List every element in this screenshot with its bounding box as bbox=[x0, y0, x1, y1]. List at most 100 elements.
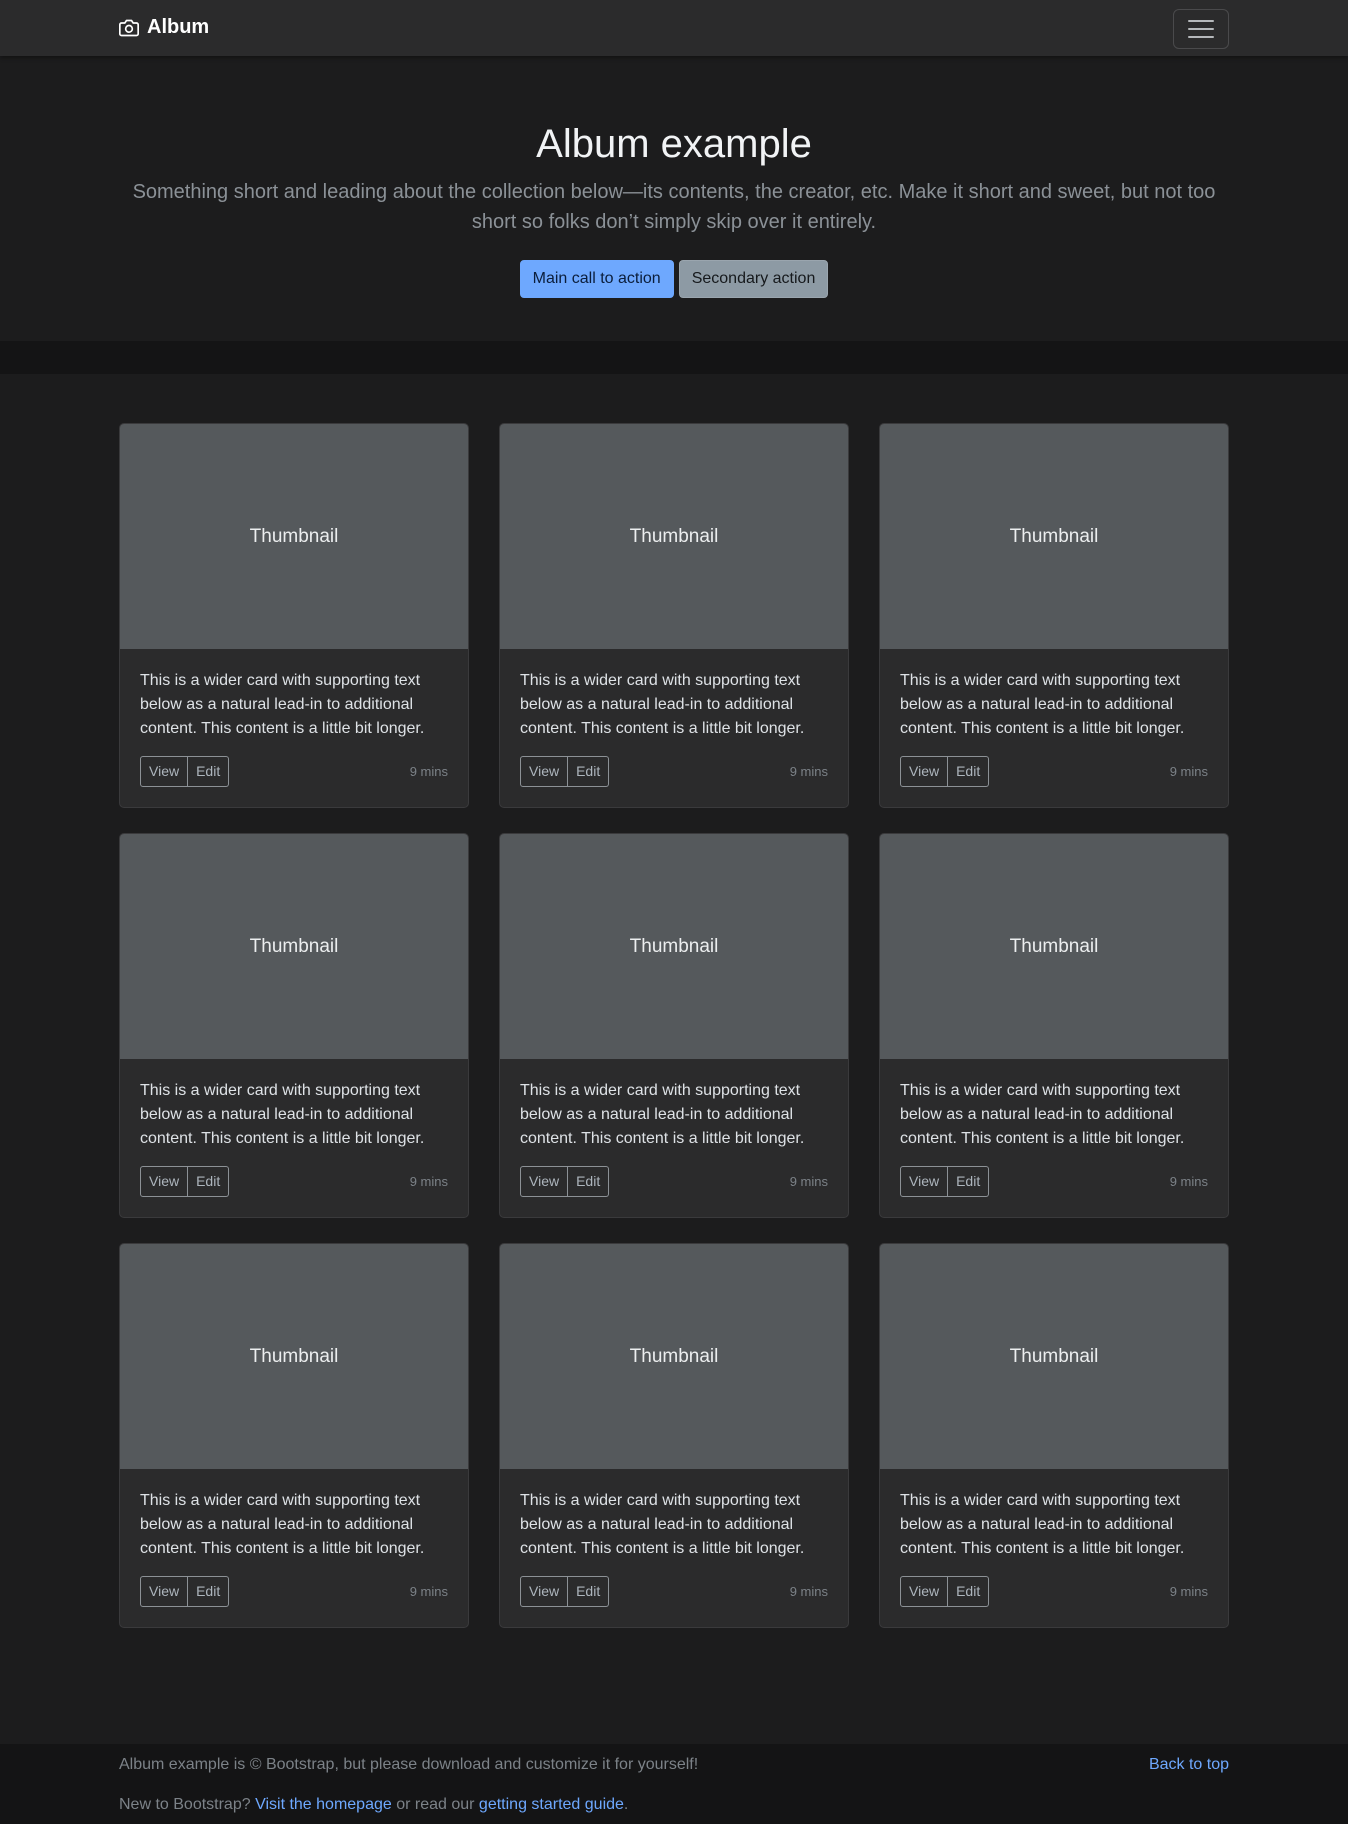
card-footer: View Edit 9 mins bbox=[900, 1166, 1208, 1197]
card-body: This is a wider card with supporting tex… bbox=[500, 649, 848, 787]
view-button[interactable]: View bbox=[520, 756, 569, 787]
card-button-group: View Edit bbox=[520, 1166, 610, 1197]
view-button[interactable]: View bbox=[520, 1576, 569, 1607]
thumbnail-label: Thumbnail bbox=[629, 525, 719, 547]
edit-button[interactable]: Edit bbox=[948, 1166, 990, 1197]
main-call-to-action-button[interactable]: Main call to action bbox=[519, 260, 674, 298]
edit-button[interactable]: Edit bbox=[568, 1166, 610, 1197]
album-card: Thumbnail This is a wider card with suppo… bbox=[879, 423, 1229, 808]
album-card: Thumbnail This is a wider card with suppo… bbox=[879, 1243, 1229, 1628]
card-text: This is a wider card with supporting tex… bbox=[520, 1492, 805, 1557]
card-button-group: View Edit bbox=[520, 756, 610, 787]
thumbnail-label: Thumbnail bbox=[249, 935, 339, 957]
brand-label: Album bbox=[147, 16, 210, 38]
thumbnail-label: Thumbnail bbox=[249, 1345, 339, 1367]
card-text: This is a wider card with supporting tex… bbox=[900, 1082, 1185, 1147]
card-thumbnail: Thumbnail bbox=[880, 1244, 1228, 1469]
card-time-label: 9 mins bbox=[789, 1174, 828, 1189]
hero-actions: Main call to action Secondary action bbox=[0, 260, 1348, 298]
view-button[interactable]: View bbox=[140, 1576, 189, 1607]
card-footer: View Edit 9 mins bbox=[140, 756, 448, 787]
card-body: This is a wider card with supporting tex… bbox=[120, 649, 468, 787]
album-card: Thumbnail This is a wider card with suppo… bbox=[879, 833, 1229, 1218]
album-card: Thumbnail This is a wider card with suppo… bbox=[499, 423, 849, 808]
homepage-link[interactable]: Visit the homepage bbox=[255, 1796, 392, 1813]
card-footer: View Edit 9 mins bbox=[900, 1576, 1208, 1607]
back-to-top-link[interactable]: Back to top bbox=[1149, 1756, 1229, 1774]
edit-button[interactable]: Edit bbox=[568, 756, 610, 787]
card-body: This is a wider card with supporting tex… bbox=[500, 1469, 848, 1607]
card-thumbnail: Thumbnail bbox=[120, 1244, 468, 1469]
footer: Album example is © Bootstrap, but please… bbox=[0, 1744, 1348, 1824]
card-footer: View Edit 9 mins bbox=[520, 1166, 828, 1197]
album-card: Thumbnail This is a wider card with suppo… bbox=[119, 833, 469, 1218]
edit-button[interactable]: Edit bbox=[188, 756, 230, 787]
card-thumbnail: Thumbnail bbox=[880, 424, 1228, 649]
card-text: This is a wider card with supporting tex… bbox=[140, 1082, 425, 1147]
card-text: This is a wider card with supporting tex… bbox=[520, 1082, 805, 1147]
edit-button[interactable]: Edit bbox=[188, 1166, 230, 1197]
card-body: This is a wider card with supporting tex… bbox=[120, 1059, 468, 1197]
edit-button[interactable]: Edit bbox=[948, 1576, 990, 1607]
card-thumbnail: Thumbnail bbox=[120, 834, 468, 1059]
view-button[interactable]: View bbox=[900, 1576, 949, 1607]
card-time-label: 9 mins bbox=[1169, 1174, 1208, 1189]
card-time-label: 9 mins bbox=[409, 1584, 448, 1599]
view-button[interactable]: View bbox=[140, 756, 189, 787]
thumbnail-label: Thumbnail bbox=[249, 525, 339, 547]
card-text: This is a wider card with supporting tex… bbox=[900, 672, 1185, 737]
card-button-group: View Edit bbox=[900, 1576, 990, 1607]
edit-button[interactable]: Edit bbox=[568, 1576, 610, 1607]
card-thumbnail: Thumbnail bbox=[500, 424, 848, 649]
hero-section: Album example Something short and leadin… bbox=[0, 56, 1348, 385]
camera-icon bbox=[119, 19, 139, 36]
album-card: Thumbnail This is a wider card with suppo… bbox=[119, 1243, 469, 1628]
thumbnail-label: Thumbnail bbox=[1009, 1345, 1099, 1367]
card-time-label: 9 mins bbox=[409, 764, 448, 779]
card-body: This is a wider card with supporting tex… bbox=[880, 649, 1228, 787]
card-body: This is a wider card with supporting tex… bbox=[500, 1059, 848, 1197]
card-thumbnail: Thumbnail bbox=[500, 834, 848, 1059]
card-time-label: 9 mins bbox=[1169, 764, 1208, 779]
card-body: This is a wider card with supporting tex… bbox=[120, 1469, 468, 1607]
album-card: Thumbnail This is a wider card with suppo… bbox=[499, 1243, 849, 1628]
navbar-toggler-button[interactable] bbox=[1173, 9, 1229, 49]
getting-started-link[interactable]: getting started guide bbox=[479, 1796, 624, 1813]
view-button[interactable]: View bbox=[520, 1166, 569, 1197]
thumbnail-label: Thumbnail bbox=[629, 935, 719, 957]
album-card: Thumbnail This is a wider card with suppo… bbox=[499, 833, 849, 1218]
card-button-group: View Edit bbox=[520, 1576, 610, 1607]
edit-button[interactable]: Edit bbox=[948, 756, 990, 787]
hero-lead: Something short and leading about the co… bbox=[132, 181, 1216, 233]
card-time-label: 9 mins bbox=[789, 764, 828, 779]
view-button[interactable]: View bbox=[900, 756, 949, 787]
footer-copyright: Album example is © Bootstrap, but please… bbox=[119, 1756, 699, 1773]
edit-button[interactable]: Edit bbox=[188, 1576, 230, 1607]
album-card: Thumbnail This is a wider card with suppo… bbox=[119, 423, 469, 808]
view-button[interactable]: View bbox=[140, 1166, 189, 1197]
card-text: This is a wider card with supporting tex… bbox=[520, 672, 805, 737]
card-time-label: 9 mins bbox=[789, 1584, 828, 1599]
thumbnail-label: Thumbnail bbox=[1009, 935, 1099, 957]
hero-title: Album example bbox=[536, 122, 812, 166]
card-button-group: View Edit bbox=[140, 756, 230, 787]
card-footer: View Edit 9 mins bbox=[140, 1576, 448, 1607]
hamburger-icon bbox=[1188, 20, 1214, 22]
card-thumbnail: Thumbnail bbox=[500, 1244, 848, 1469]
brand-link[interactable]: Album bbox=[119, 16, 209, 39]
card-button-group: View Edit bbox=[900, 1166, 990, 1197]
view-button[interactable]: View bbox=[900, 1166, 949, 1197]
card-time-label: 9 mins bbox=[1169, 1584, 1208, 1599]
card-button-group: View Edit bbox=[140, 1576, 230, 1607]
album-grid: Thumbnail This is a wider card with suppo… bbox=[0, 374, 1348, 1698]
section-divider bbox=[0, 341, 1348, 374]
secondary-action-button[interactable]: Secondary action bbox=[678, 260, 829, 298]
card-thumbnail: Thumbnail bbox=[120, 424, 468, 649]
card-time-label: 9 mins bbox=[409, 1174, 448, 1189]
navbar: Album bbox=[0, 0, 1348, 56]
card-button-group: View Edit bbox=[140, 1166, 230, 1197]
card-text: This is a wider card with supporting tex… bbox=[140, 672, 425, 737]
card-footer: View Edit 9 mins bbox=[900, 756, 1208, 787]
card-body: This is a wider card with supporting tex… bbox=[880, 1059, 1228, 1197]
card-thumbnail: Thumbnail bbox=[880, 834, 1228, 1059]
